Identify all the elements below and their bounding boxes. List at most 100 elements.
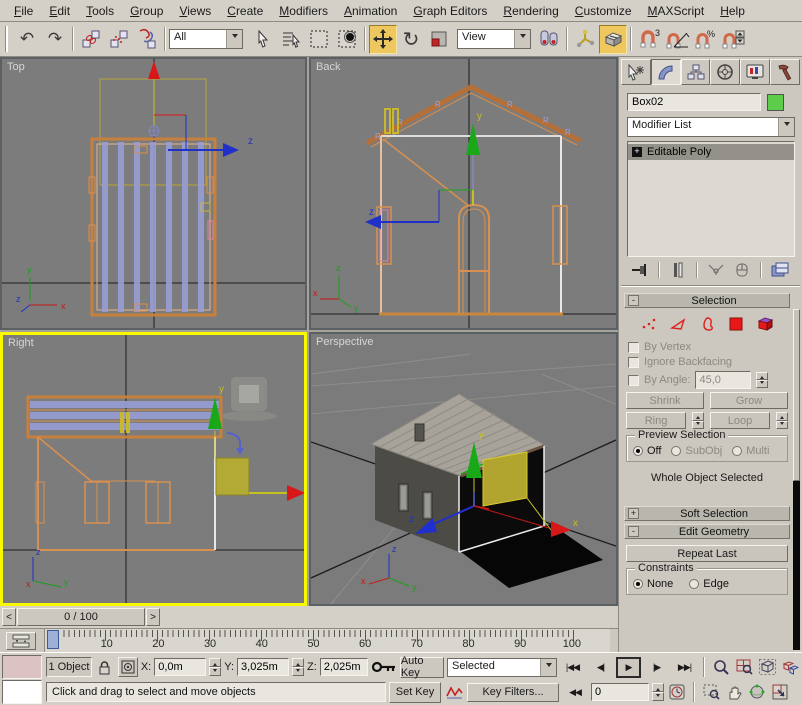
tab-motion[interactable] bbox=[710, 59, 740, 85]
ignore-backfacing-option[interactable]: Ignore Backfacing bbox=[628, 356, 790, 368]
modifier-list-dropdown[interactable]: Modifier List bbox=[627, 117, 795, 137]
select-and-scale-button[interactable] bbox=[425, 25, 453, 54]
viewport-top[interactable]: z y x z Top bbox=[0, 57, 307, 330]
spinner-snap-button[interactable] bbox=[719, 25, 747, 54]
menu-views[interactable]: Views bbox=[171, 2, 219, 20]
select-and-manipulate-button[interactable] bbox=[571, 25, 599, 54]
dropdown-arrow-icon[interactable] bbox=[540, 659, 556, 676]
grow-button[interactable]: Grow bbox=[710, 392, 788, 409]
open-mini-listener-button[interactable] bbox=[6, 632, 36, 650]
collapse-icon[interactable]: - bbox=[628, 295, 639, 306]
soft-selection-rollout-header[interactable]: + Soft Selection bbox=[624, 506, 790, 521]
panel-scrollbar[interactable] bbox=[793, 309, 800, 650]
shrink-button[interactable]: Shrink bbox=[626, 392, 704, 409]
by-angle-spinner[interactable] bbox=[756, 372, 768, 388]
selection-filter-dropdown[interactable]: All bbox=[169, 29, 243, 49]
select-object-button[interactable] bbox=[249, 25, 277, 54]
key-filters-button[interactable]: Key Filters... bbox=[467, 683, 559, 702]
time-slider-handle[interactable]: 0 / 100 bbox=[17, 608, 145, 626]
absolute-offset-toggle[interactable] bbox=[118, 657, 138, 677]
by-angle-field[interactable] bbox=[695, 371, 751, 389]
menu-graph-editors[interactable]: Graph Editors bbox=[405, 2, 495, 20]
show-end-result-button[interactable] bbox=[667, 261, 689, 279]
zoom-region-button[interactable] bbox=[701, 682, 721, 702]
constraint-none-radio[interactable]: None bbox=[633, 578, 673, 590]
auto-key-button[interactable]: Auto Key bbox=[400, 657, 444, 678]
snap-3-button[interactable]: 3 bbox=[635, 25, 663, 54]
listener-script-pane[interactable] bbox=[2, 680, 42, 704]
remove-modifier-button[interactable] bbox=[731, 261, 753, 279]
bind-to-spacewarp-button[interactable] bbox=[133, 25, 161, 54]
x-coord-field[interactable] bbox=[154, 658, 206, 676]
border-mode-button[interactable] bbox=[695, 314, 719, 333]
scrollbar-thumb[interactable] bbox=[793, 309, 800, 481]
viewport-perspective[interactable]: y x z z x y Perspective bbox=[309, 332, 618, 606]
object-name-field[interactable] bbox=[627, 93, 761, 111]
edge-mode-button[interactable] bbox=[666, 314, 690, 333]
redo-button[interactable]: ↷ bbox=[41, 25, 69, 54]
x-spinner[interactable] bbox=[209, 658, 221, 676]
key-mode-toggle-button[interactable]: ◀◀ bbox=[562, 682, 588, 703]
edit-geometry-rollout-header[interactable]: - Edit Geometry bbox=[624, 524, 790, 539]
modifier-stack[interactable]: + Editable Poly bbox=[627, 141, 795, 257]
tab-utilities[interactable] bbox=[770, 59, 800, 85]
menu-animation[interactable]: Animation bbox=[336, 2, 405, 20]
key-mode-dropdown[interactable]: Selected bbox=[447, 658, 557, 677]
polygon-mode-button[interactable] bbox=[724, 314, 748, 333]
y-coord-field[interactable] bbox=[237, 658, 289, 676]
select-and-rotate-button[interactable]: ↻ bbox=[397, 25, 425, 54]
zoom-all-button[interactable] bbox=[734, 657, 754, 677]
next-frame-button[interactable]: |▶ bbox=[644, 657, 669, 678]
by-vertex-option[interactable]: By Vertex bbox=[628, 341, 790, 353]
menu-rendering[interactable]: Rendering bbox=[495, 2, 566, 20]
maximize-viewport-toggle[interactable] bbox=[770, 682, 790, 702]
ring-button[interactable]: Ring bbox=[626, 412, 686, 429]
zoom-button[interactable] bbox=[711, 657, 731, 677]
collapse-icon[interactable]: - bbox=[628, 526, 639, 537]
snaps-toggle-button[interactable] bbox=[599, 25, 627, 54]
dropdown-arrow-icon[interactable] bbox=[514, 30, 530, 48]
expand-icon[interactable]: + bbox=[628, 508, 639, 519]
preview-off-radio[interactable]: Off bbox=[633, 445, 661, 457]
menu-help[interactable]: Help bbox=[712, 2, 753, 20]
ring-spinner[interactable] bbox=[692, 412, 704, 429]
selection-lock-toggle[interactable] bbox=[95, 657, 115, 677]
object-color-swatch[interactable] bbox=[767, 94, 784, 111]
current-frame-field[interactable] bbox=[591, 683, 649, 701]
by-vertex-checkbox[interactable] bbox=[628, 342, 639, 353]
toolbar-grip[interactable] bbox=[6, 26, 9, 52]
tab-create[interactable] bbox=[621, 59, 651, 85]
tab-modify[interactable] bbox=[651, 59, 681, 85]
menu-file[interactable]: File bbox=[6, 2, 41, 20]
new-key-settings-button[interactable] bbox=[444, 682, 464, 702]
ignore-backfacing-checkbox[interactable] bbox=[628, 357, 639, 368]
undo-button[interactable]: ↶ bbox=[13, 25, 41, 54]
dropdown-arrow-icon[interactable] bbox=[226, 30, 242, 48]
stack-item-editable-poly[interactable]: + Editable Poly bbox=[628, 144, 794, 160]
z-coord-field[interactable] bbox=[320, 658, 368, 676]
y-spinner[interactable] bbox=[292, 658, 304, 676]
by-angle-option[interactable]: By Angle: bbox=[628, 371, 790, 389]
pin-stack-button[interactable] bbox=[629, 261, 651, 279]
go-to-end-button[interactable]: ▶▶| bbox=[672, 657, 697, 678]
rectangular-selection-region-button[interactable] bbox=[305, 25, 333, 54]
frame-spinner[interactable] bbox=[652, 683, 664, 701]
window-crossing-toggle-button[interactable] bbox=[333, 25, 361, 54]
unlink-selection-button[interactable] bbox=[105, 25, 133, 54]
menu-customize[interactable]: Customize bbox=[567, 2, 640, 20]
viewport-back[interactable]: RRRRRR bbox=[309, 57, 618, 330]
zoom-extents-all-button[interactable] bbox=[780, 657, 800, 677]
current-frame-marker[interactable] bbox=[47, 630, 59, 649]
listener-macro-pane[interactable] bbox=[2, 655, 42, 679]
play-animation-button[interactable]: ▶ bbox=[616, 657, 641, 678]
dropdown-arrow-icon[interactable] bbox=[778, 118, 794, 136]
select-by-name-button[interactable] bbox=[277, 25, 305, 54]
expand-icon[interactable]: + bbox=[632, 147, 642, 157]
select-and-link-button[interactable] bbox=[77, 25, 105, 54]
menu-tools[interactable]: Tools bbox=[78, 2, 122, 20]
repeat-last-button[interactable]: Repeat Last bbox=[626, 545, 788, 562]
menu-edit[interactable]: Edit bbox=[41, 2, 78, 20]
configure-modifier-sets-button[interactable] bbox=[769, 261, 791, 279]
make-unique-button[interactable] bbox=[705, 261, 727, 279]
vertex-mode-button[interactable] bbox=[637, 314, 661, 333]
